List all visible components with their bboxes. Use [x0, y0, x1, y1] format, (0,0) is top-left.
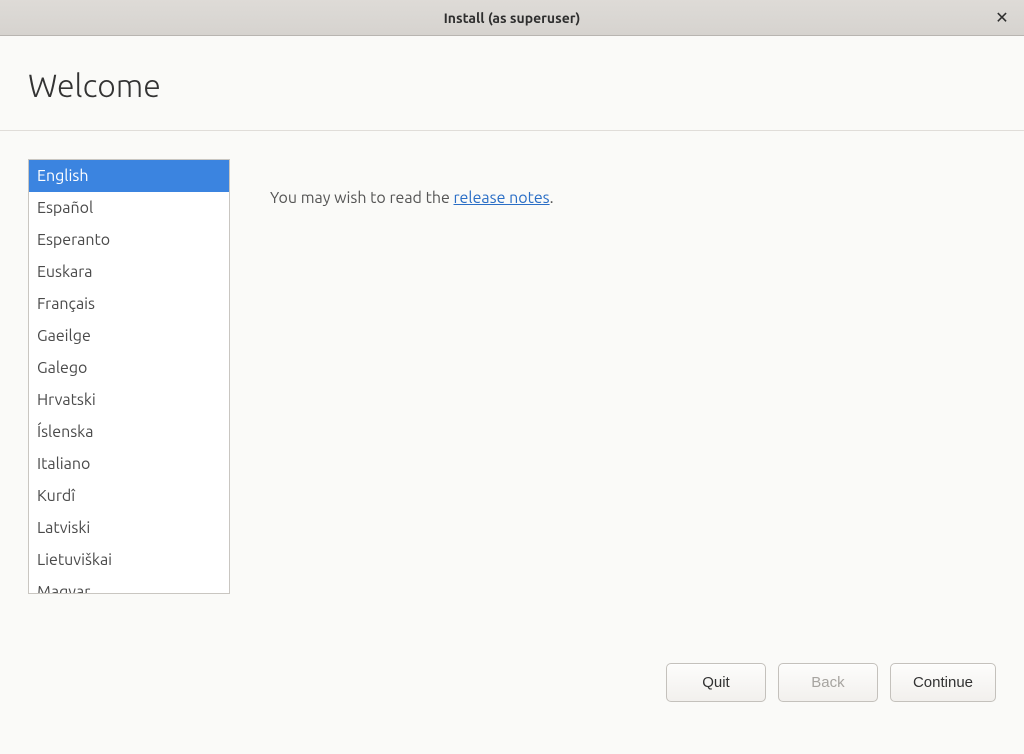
main-area: EnglishEspañolEsperantoEuskaraFrançaisGa…: [28, 159, 996, 639]
window-title: Install (as superuser): [444, 10, 581, 26]
info-text: You may wish to read the release notes.: [270, 159, 554, 639]
language-item[interactable]: Latviski: [29, 512, 229, 544]
language-item[interactable]: Íslenska: [29, 416, 229, 448]
language-item[interactable]: Español: [29, 192, 229, 224]
language-item[interactable]: Lietuviškai: [29, 544, 229, 576]
quit-button[interactable]: Quit: [666, 663, 766, 702]
language-item[interactable]: Français: [29, 288, 229, 320]
divider: [0, 130, 1024, 131]
language-item[interactable]: Kurdî: [29, 480, 229, 512]
footer-buttons: Quit Back Continue: [28, 639, 996, 754]
language-item[interactable]: Euskara: [29, 256, 229, 288]
info-suffix: .: [550, 189, 554, 207]
page-title: Welcome: [28, 68, 996, 104]
content-area: Welcome EnglishEspañolEsperantoEuskaraFr…: [0, 36, 1024, 754]
titlebar: Install (as superuser) ✕: [0, 0, 1024, 36]
language-item[interactable]: Gaeilge: [29, 320, 229, 352]
info-prefix: You may wish to read the: [270, 189, 454, 207]
close-icon[interactable]: ✕: [992, 8, 1012, 28]
continue-button[interactable]: Continue: [890, 663, 996, 702]
back-button[interactable]: Back: [778, 663, 878, 702]
language-list[interactable]: EnglishEspañolEsperantoEuskaraFrançaisGa…: [28, 159, 230, 594]
language-item[interactable]: Esperanto: [29, 224, 229, 256]
language-item[interactable]: Hrvatski: [29, 384, 229, 416]
language-item[interactable]: English: [29, 160, 229, 192]
language-item[interactable]: Galego: [29, 352, 229, 384]
language-item[interactable]: Magyar: [29, 576, 229, 594]
release-notes-link[interactable]: release notes: [454, 189, 550, 207]
language-item[interactable]: Italiano: [29, 448, 229, 480]
